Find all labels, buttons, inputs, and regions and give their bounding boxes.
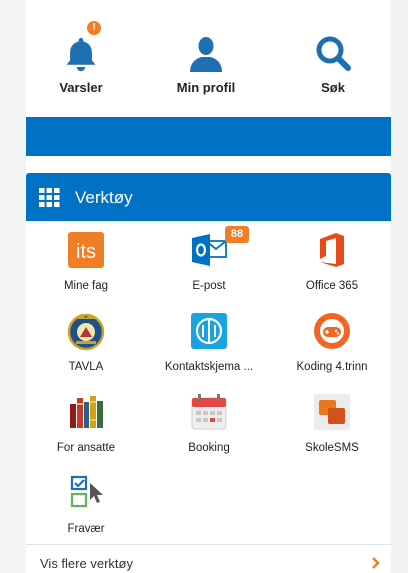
unread-badge: 88 [225, 226, 249, 243]
tool-for-ansatte[interactable]: For ansatte [26, 386, 146, 466]
tool-mine-fag[interactable]: its Mine fag [26, 224, 146, 304]
quick-actions: ! Varsler Min profil Søk [26, 18, 391, 108]
tool-label: Kontaktskjema ... [164, 361, 254, 373]
outlook-icon [192, 234, 227, 266]
scrollbar-gutter [391, 0, 408, 573]
tool-label: For ansatte [56, 442, 116, 454]
tool-booking[interactable]: Booking [149, 386, 269, 466]
its-icon: its [68, 232, 104, 268]
blue-banner [26, 117, 391, 156]
notifications-label: Varsler [59, 80, 103, 95]
tools-header: Verktøy [26, 173, 391, 221]
profile-label: Min profil [176, 80, 236, 95]
tool-koding[interactable]: Koding 4.trinn [272, 305, 391, 385]
search-icon [316, 36, 351, 71]
search-button[interactable]: Søk [278, 18, 388, 108]
tool-skolesms[interactable]: SkoleSMS [272, 386, 391, 466]
notifications-button[interactable]: ! Varsler [26, 18, 136, 108]
more-tools-link[interactable]: Vis flere verktøy [26, 544, 391, 573]
tool-label: TAVLA [68, 361, 104, 373]
user-icon [190, 37, 222, 72]
tool-fravaer[interactable]: Fravær [26, 467, 146, 547]
bell-icon [66, 38, 96, 72]
more-tools-label: Vis flere verktøy [40, 556, 133, 571]
contact-form-icon [191, 313, 227, 349]
oslo-crest-icon [67, 313, 105, 351]
search-label: Søk [321, 80, 345, 95]
chevron-right-icon [372, 557, 380, 569]
tool-label: Office 365 [305, 280, 359, 292]
sms-icon [314, 394, 350, 430]
tool-label: E-post [192, 280, 226, 292]
svg-text:its: its [76, 241, 96, 263]
tools-title: Verktøy [75, 188, 133, 207]
checklist-cursor-icon [70, 475, 103, 508]
tool-office-365[interactable]: Office 365 [272, 224, 391, 304]
office-icon [320, 233, 344, 267]
grid-icon [39, 188, 60, 207]
tool-label: Koding 4.trinn [296, 361, 368, 373]
tool-tavla[interactable]: TAVLA [26, 305, 146, 385]
profile-button[interactable]: Min profil [151, 18, 261, 108]
side-panel: ! Varsler Min profil Søk Verktøy its Min… [26, 0, 391, 573]
books-icon [70, 396, 103, 428]
tool-label: Mine fag [63, 280, 109, 292]
tool-label: Fravær [67, 523, 105, 535]
tool-label: Booking [188, 442, 230, 454]
tool-kontaktskjema[interactable]: Kontaktskjema ... [149, 305, 269, 385]
tool-label: SkoleSMS [305, 442, 359, 454]
calendar-icon [191, 394, 227, 430]
notification-badge: ! [87, 21, 101, 35]
gamepad-icon [314, 313, 350, 349]
tool-e-post[interactable]: 88 E-post [149, 224, 269, 304]
